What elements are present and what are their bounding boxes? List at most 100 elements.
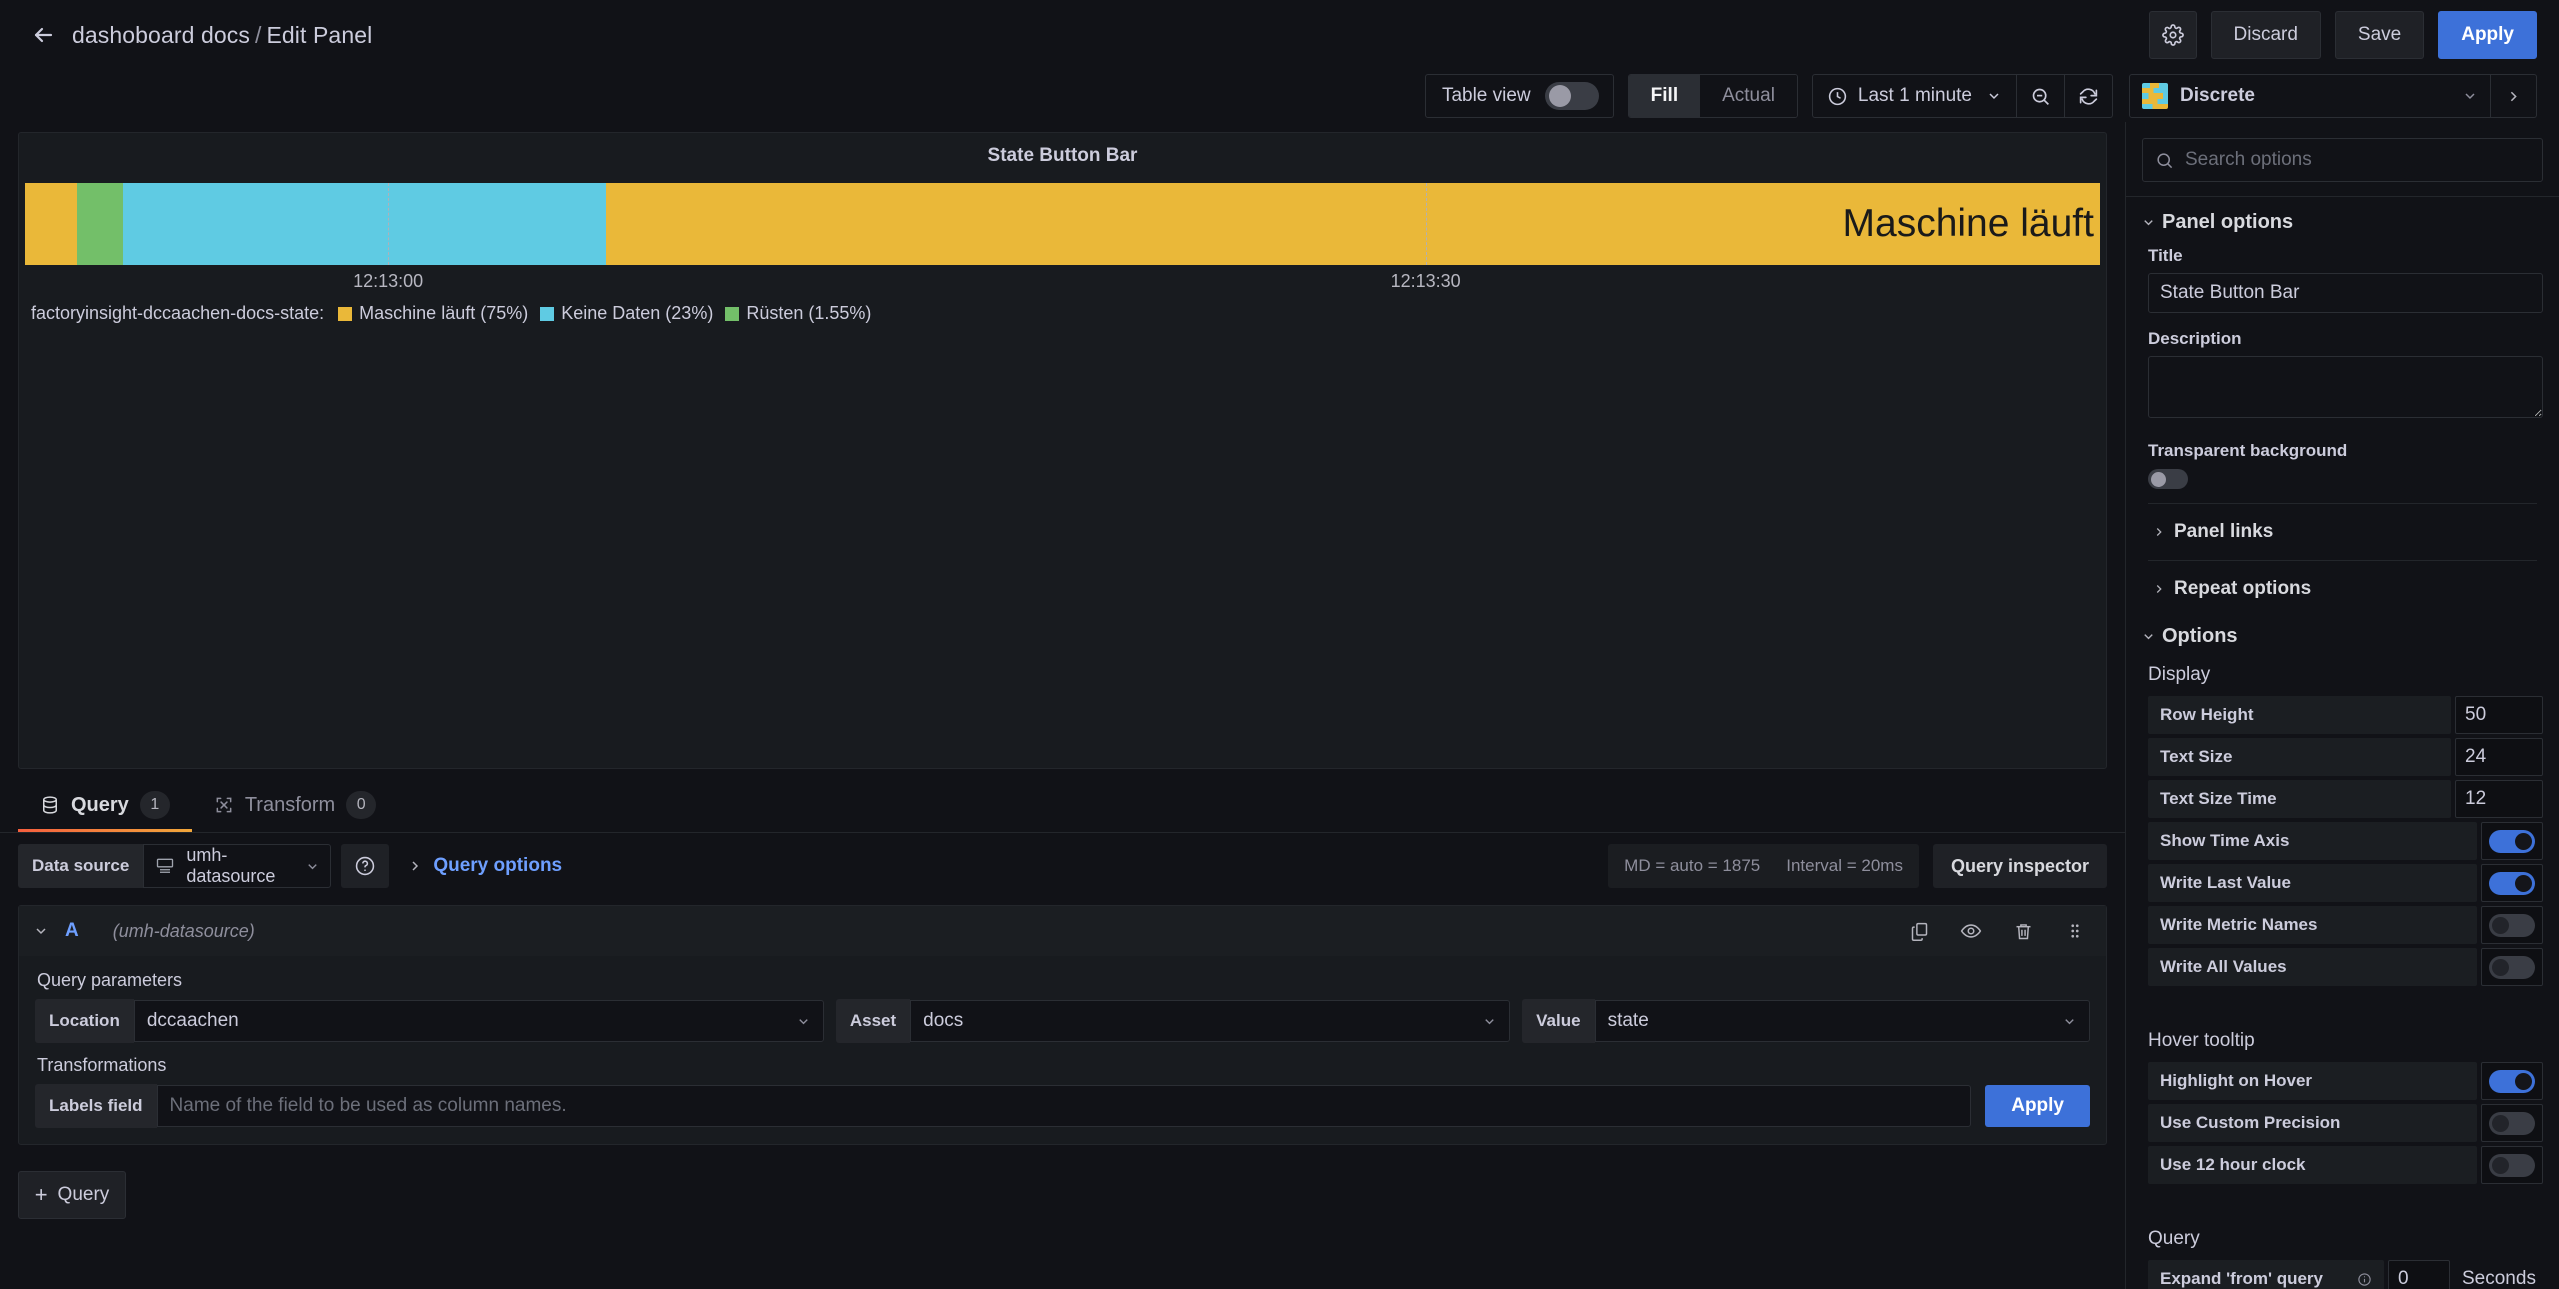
table-view-label: Table view <box>1441 85 1531 106</box>
refresh-dashboard-button[interactable] <box>2065 74 2113 118</box>
bar-segment-ruesten[interactable] <box>76 183 123 265</box>
data-source-help-button[interactable] <box>341 844 390 888</box>
row-height-input[interactable] <box>2465 704 2533 726</box>
breadcrumb: dashoboard docs / Edit Panel <box>72 22 372 49</box>
panel-links-label: Panel links <box>2174 521 2274 542</box>
data-source-name: umh-datasource <box>186 845 276 886</box>
toggle-query-visibility-button[interactable] <box>1954 920 1988 942</box>
highlight-on-hover-label: Highlight on Hover <box>2148 1062 2477 1100</box>
tab-query[interactable]: Query 1 <box>18 778 192 832</box>
write-all-values-toggle-wrap <box>2481 948 2543 986</box>
save-button[interactable]: Save <box>2334 11 2425 59</box>
visualization-picker[interactable]: Discrete <box>2129 74 2491 118</box>
panel-options-group-header[interactable]: Panel options <box>2126 197 2559 244</box>
gear-icon <box>2161 24 2184 46</box>
show-time-axis-label: Show Time Axis <box>2148 822 2477 860</box>
duplicate-query-button[interactable] <box>1902 921 1936 942</box>
write-metric-names-toggle[interactable] <box>2489 913 2535 937</box>
discrete-state-bar[interactable]: Maschine läuft <box>25 183 2100 265</box>
fill-actual-radio-group: Fill Actual <box>1627 74 1798 118</box>
interval-info: Interval = 20ms <box>1786 856 1903 875</box>
query-options-toggle[interactable]: Query options <box>407 855 562 877</box>
toggle-viz-suggestions-button[interactable] <box>2491 74 2537 118</box>
time-range-picker[interactable]: Last 1 minute <box>1811 74 2017 118</box>
question-circle-icon <box>356 856 375 876</box>
legend-item[interactable]: Maschine läuft (75%) <box>338 303 528 324</box>
value-select[interactable]: state <box>1594 1000 2090 1042</box>
transformations-heading: Transformations <box>37 1055 167 1075</box>
discard-button[interactable]: Discard <box>2210 11 2321 59</box>
text-size-input-wrap[interactable] <box>2455 738 2543 776</box>
text-size-time-input[interactable] <box>2465 788 2533 810</box>
options-group-header[interactable]: Options <box>2126 611 2559 658</box>
collapse-query-button[interactable] <box>33 923 49 939</box>
back-button[interactable] <box>24 16 62 54</box>
query-options-summary: MD = auto = 1875 Interval = 20ms <box>1608 844 1919 888</box>
panel-description-textarea[interactable] <box>2148 356 2543 418</box>
location-value: dccaachen <box>146 1010 239 1031</box>
options-search-input[interactable] <box>2185 149 2530 171</box>
location-select[interactable]: dccaachen <box>133 1000 824 1042</box>
radio-option-actual[interactable]: Actual <box>1700 75 1797 117</box>
expand-from-query-input[interactable] <box>2398 1268 2440 1289</box>
toggle-knob <box>2492 1114 2509 1132</box>
expand-from-query-input-wrap[interactable] <box>2388 1260 2450 1289</box>
write-last-value-toggle-wrap <box>2481 864 2543 902</box>
apply-button[interactable]: Apply <box>2438 11 2537 59</box>
panel-links-section[interactable]: Panel links <box>2126 510 2559 554</box>
highlight-on-hover-toggle[interactable] <box>2489 1069 2535 1093</box>
options-scroll-area[interactable]: Panel options Title Description Transpar… <box>2126 197 2559 1289</box>
transparent-background-field: Transparent background <box>2126 437 2559 497</box>
text-size-input[interactable] <box>2465 746 2533 768</box>
row-height-input-wrap[interactable] <box>2455 696 2543 734</box>
radio-option-fill[interactable]: Fill <box>1628 75 1701 117</box>
zoom-out-time-button[interactable] <box>2017 74 2065 118</box>
chevron-down-icon <box>1485 1018 1494 1024</box>
repeat-options-section[interactable]: Repeat options <box>2126 567 2559 611</box>
expand-from-query-suffix: Seconds <box>2462 1268 2536 1289</box>
panel-settings-button[interactable] <box>2148 11 2197 59</box>
labels-field-input[interactable] <box>156 1085 1972 1127</box>
panel-title-input[interactable] <box>2148 273 2543 313</box>
query-ref-id[interactable]: A <box>65 920 79 942</box>
legend-item[interactable]: Rüsten (1.55%) <box>725 303 871 324</box>
write-last-value-toggle[interactable] <box>2489 871 2535 895</box>
write-all-values-toggle[interactable] <box>2489 955 2535 979</box>
bar-segment-maschine-laeuft-1[interactable] <box>25 183 77 265</box>
add-query-button[interactable]: + Query <box>18 1171 126 1219</box>
transparent-background-toggle[interactable] <box>2148 469 2188 489</box>
info-circle-icon[interactable] <box>2357 1272 2372 1287</box>
use-custom-precision-toggle[interactable] <box>2489 1111 2535 1135</box>
bar-segment-keine-daten[interactable] <box>122 183 606 265</box>
bar-segment-maschine-laeuft-2[interactable]: Maschine läuft <box>605 183 2100 265</box>
time-axis-tick: 12:13:30 <box>1390 271 1461 291</box>
options-search-wrap <box>2126 122 2559 197</box>
apply-transformation-button[interactable]: Apply <box>1985 1085 2090 1127</box>
toggle-knob <box>2492 958 2509 976</box>
tab-query-label: Query <box>71 793 129 816</box>
use-12-hour-clock-toggle[interactable] <box>2489 1153 2535 1177</box>
query-inspector-button[interactable]: Query inspector <box>1932 844 2107 888</box>
text-size-time-input-wrap[interactable] <box>2455 780 2543 818</box>
tab-transform[interactable]: Transform 0 <box>192 778 398 832</box>
discrete-chart[interactable]: Maschine läuft 12:13:00 12:13:30 factory… <box>19 177 2106 324</box>
asset-select[interactable]: docs <box>910 1000 1511 1042</box>
table-view-toggle[interactable] <box>1544 82 1599 110</box>
breadcrumb-dashboard[interactable]: dashoboard docs <box>72 22 250 48</box>
toggle-knob <box>1548 85 1571 107</box>
panel-preview-content: Maschine läuft 12:13:00 12:13:30 factory… <box>19 177 2106 768</box>
editor-body: State Button Bar Maschine läuft 12:13:00… <box>0 122 2559 1289</box>
chevron-down-icon <box>2136 215 2160 230</box>
delete-query-button[interactable] <box>2006 921 2040 942</box>
data-source-picker[interactable]: umh-datasource <box>143 844 332 888</box>
time-range-label: Last 1 minute <box>1857 85 1972 106</box>
options-search[interactable] <box>2142 138 2543 182</box>
location-label: Location <box>35 999 134 1043</box>
legend-item[interactable]: Keine Daten (23%) <box>540 303 713 324</box>
data-source-label: Data source <box>18 844 144 888</box>
search-icon <box>2157 152 2173 168</box>
drag-query-handle[interactable] <box>2058 922 2092 940</box>
show-time-axis-toggle[interactable] <box>2489 829 2535 853</box>
panel-preview-title: State Button Bar <box>987 145 1138 166</box>
